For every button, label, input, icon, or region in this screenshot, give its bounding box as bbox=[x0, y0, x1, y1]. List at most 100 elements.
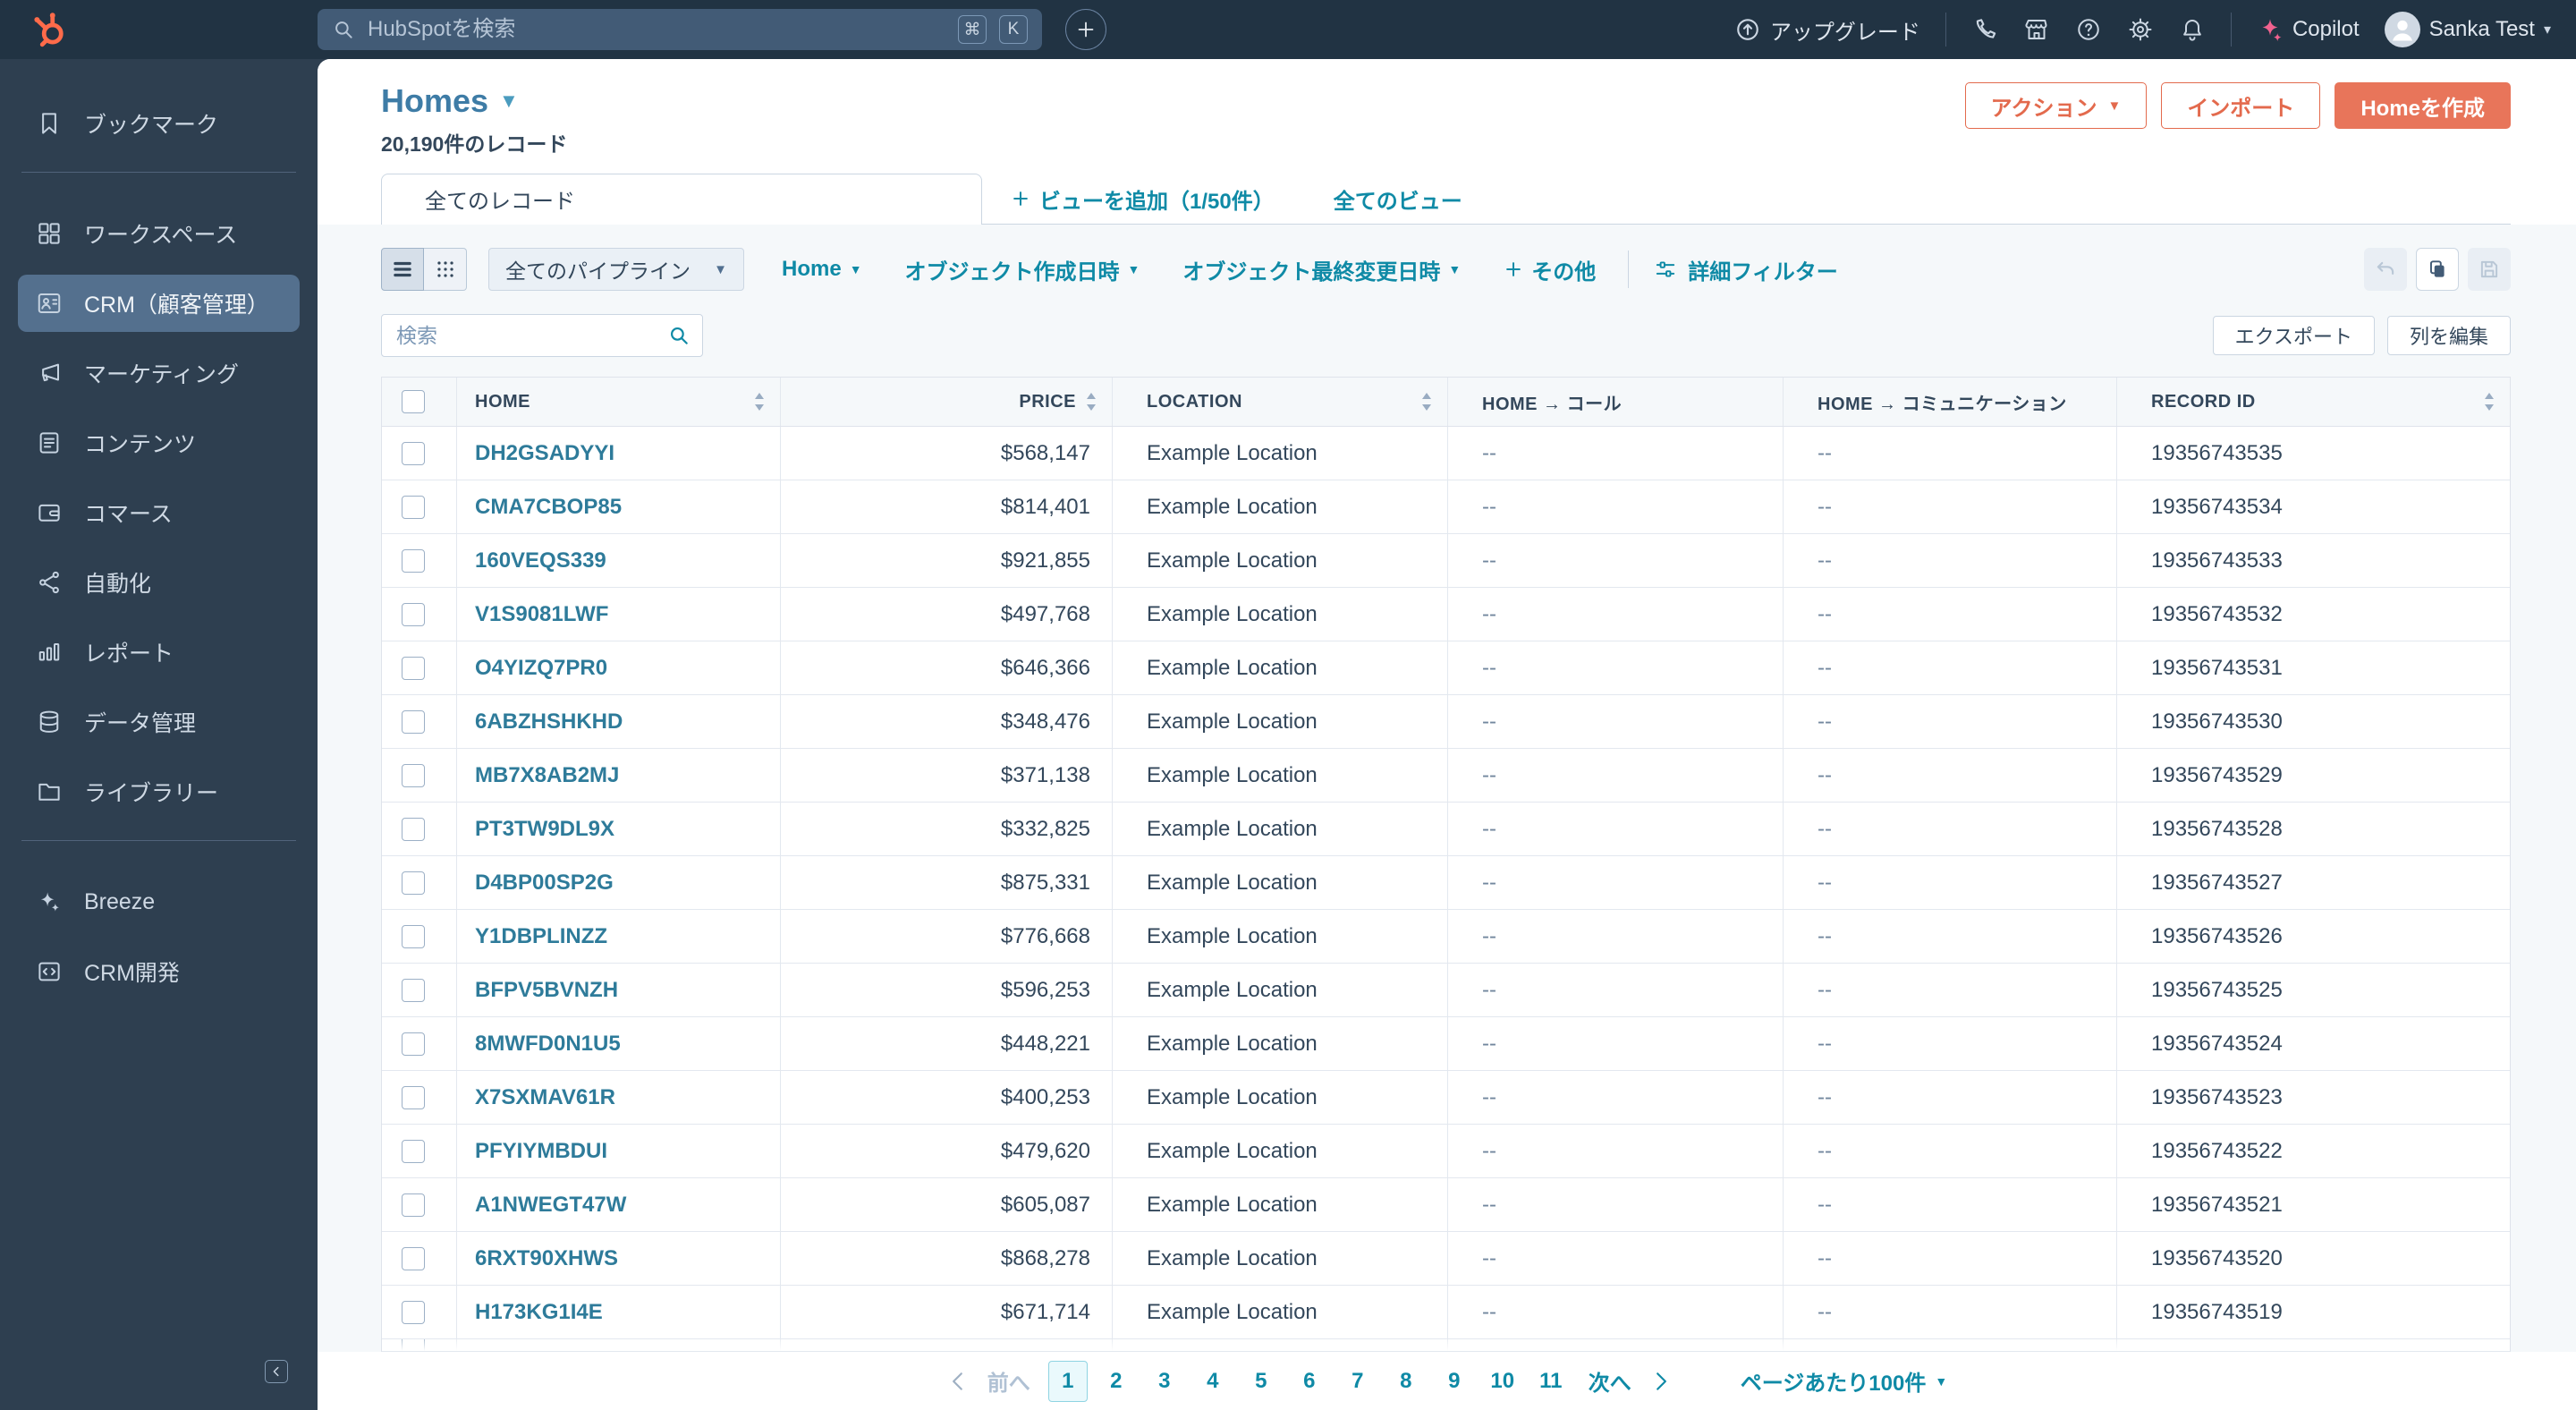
page-size-dropdown[interactable]: ページあたり100件 ▼ bbox=[1741, 1365, 1947, 1397]
sidebar-item-code[interactable]: CRM開発 bbox=[18, 943, 300, 1000]
home-record-link[interactable]: DH2GSADYYI bbox=[475, 441, 614, 466]
home-record-link[interactable]: CMA7CBOP85 bbox=[475, 495, 622, 520]
row-checkbox[interactable] bbox=[402, 441, 425, 465]
all-views-link[interactable]: 全てのビュー bbox=[1334, 183, 1462, 215]
row-checkbox[interactable] bbox=[402, 978, 425, 1002]
account-menu[interactable]: Sanka Test ▾ bbox=[2384, 12, 2551, 47]
row-checkbox[interactable] bbox=[402, 817, 425, 841]
home-record-link[interactable]: 8MWFD0N1U5 bbox=[475, 1032, 621, 1057]
page-button-5[interactable]: 5 bbox=[1241, 1361, 1281, 1402]
pipeline-dropdown[interactable]: 全てのパイプライン ▼ bbox=[488, 248, 744, 291]
sidebar-item-automation[interactable]: 自動化 bbox=[18, 554, 300, 611]
page-button-11[interactable]: 11 bbox=[1531, 1361, 1571, 1402]
sort-arrows-icon[interactable] bbox=[2481, 390, 2497, 413]
row-checkbox[interactable] bbox=[402, 1246, 425, 1270]
home-record-link[interactable]: PFYIYMBDUI bbox=[475, 1139, 607, 1164]
home-record-link[interactable]: MB7X8AB2MJ bbox=[475, 763, 619, 788]
quick-filter-1[interactable]: オブジェクト作成日時 ▼ bbox=[905, 254, 1140, 285]
sidebar-item-workspace[interactable]: ワークスペース bbox=[18, 205, 300, 262]
global-search-input[interactable] bbox=[368, 17, 945, 42]
row-checkbox[interactable] bbox=[402, 1193, 425, 1217]
row-checkbox[interactable] bbox=[402, 709, 425, 734]
next-page-button[interactable]: 次へ bbox=[1589, 1365, 1631, 1397]
sort-arrows-icon[interactable] bbox=[751, 390, 767, 413]
notifications-bell-icon[interactable] bbox=[2179, 16, 2206, 43]
calling-icon[interactable] bbox=[1971, 16, 1998, 43]
sidebar-collapse-button[interactable] bbox=[265, 1360, 288, 1383]
create-home-button[interactable]: Homeを作成 bbox=[2334, 82, 2511, 129]
list-view-toggle[interactable] bbox=[381, 248, 424, 291]
upgrade-button[interactable]: アップグレード bbox=[1734, 14, 1920, 46]
column-header-5[interactable]: RECORD ID bbox=[2117, 378, 2510, 426]
row-checkbox[interactable] bbox=[402, 1085, 425, 1109]
row-checkbox[interactable] bbox=[402, 1032, 425, 1056]
column-header-3[interactable]: HOME → コール bbox=[1448, 378, 1784, 426]
sort-arrows-icon[interactable] bbox=[1083, 390, 1099, 413]
row-checkbox[interactable] bbox=[402, 548, 425, 573]
page-button-4[interactable]: 4 bbox=[1193, 1361, 1233, 1402]
home-record-link[interactable]: V1S9081LWF bbox=[475, 602, 608, 627]
page-button-10[interactable]: 10 bbox=[1483, 1361, 1522, 1402]
column-header-2[interactable]: LOCATION bbox=[1113, 378, 1448, 426]
sidebar-item-bookmark[interactable]: ブックマーク bbox=[18, 95, 300, 152]
row-checkbox[interactable] bbox=[402, 924, 425, 948]
row-checkbox[interactable] bbox=[402, 602, 425, 626]
column-header-1[interactable]: PRICE bbox=[781, 378, 1113, 426]
home-record-link[interactable]: H173KG1I4E bbox=[475, 1300, 603, 1325]
sidebar-item-commerce[interactable]: コマース bbox=[18, 484, 300, 541]
import-button[interactable]: インポート bbox=[2161, 82, 2321, 129]
copilot-button[interactable]: Copilot bbox=[2257, 16, 2360, 43]
column-header-4[interactable]: HOME → コミュニケーション bbox=[1784, 378, 2117, 426]
undo-button[interactable] bbox=[2364, 248, 2407, 291]
home-record-link[interactable]: 160VEQS339 bbox=[475, 548, 606, 573]
page-button-3[interactable]: 3 bbox=[1145, 1361, 1184, 1402]
sidebar-item-reporting[interactable]: レポート bbox=[18, 624, 300, 681]
sidebar-item-crm[interactable]: CRM（顧客管理） bbox=[18, 275, 300, 332]
quick-filter-0[interactable]: Home ▼ bbox=[782, 257, 862, 282]
row-checkbox[interactable] bbox=[402, 1139, 425, 1163]
tab-all-records[interactable]: 全てのレコード bbox=[381, 173, 982, 225]
home-record-link[interactable]: D4BP00SP2G bbox=[475, 871, 614, 896]
sidebar-item-database[interactable]: データ管理 bbox=[18, 693, 300, 751]
previous-page-button[interactable]: 前へ bbox=[987, 1365, 1030, 1397]
edit-columns-button[interactable]: 列を編集 bbox=[2386, 316, 2511, 355]
row-checkbox[interactable] bbox=[402, 871, 425, 895]
help-icon[interactable] bbox=[2075, 16, 2102, 43]
chevron-right-icon[interactable] bbox=[1649, 1370, 1673, 1393]
page-button-7[interactable]: 7 bbox=[1338, 1361, 1377, 1402]
row-checkbox[interactable] bbox=[402, 495, 425, 519]
board-view-toggle[interactable] bbox=[424, 248, 467, 291]
page-button-8[interactable]: 8 bbox=[1386, 1361, 1426, 1402]
row-checkbox[interactable] bbox=[402, 763, 425, 787]
sidebar-item-content[interactable]: コンテンツ bbox=[18, 414, 300, 471]
quick-create-button[interactable] bbox=[1065, 9, 1106, 50]
home-record-link[interactable]: 6ABZHSHKHD bbox=[475, 709, 623, 735]
row-checkbox[interactable] bbox=[402, 1339, 425, 1351]
quick-filter-2[interactable]: オブジェクト最終変更日時 ▼ bbox=[1182, 254, 1461, 285]
global-search-bar[interactable]: ⌘ K bbox=[318, 9, 1042, 50]
export-button[interactable]: エクスポート bbox=[2212, 316, 2375, 355]
hubspot-sprocket-logo-icon[interactable] bbox=[30, 10, 70, 49]
home-record-link[interactable]: Y1DBPLINZZ bbox=[475, 924, 607, 949]
sidebar-item-library[interactable]: ライブラリー bbox=[18, 763, 300, 820]
home-record-link[interactable]: O4YIZQ7PR0 bbox=[475, 656, 607, 681]
column-header-0[interactable]: HOME bbox=[457, 378, 781, 426]
marketplace-icon[interactable] bbox=[2023, 16, 2050, 43]
row-checkbox[interactable] bbox=[402, 1300, 425, 1324]
table-search-input[interactable] bbox=[381, 314, 703, 357]
page-button-6[interactable]: 6 bbox=[1290, 1361, 1329, 1402]
object-title-dropdown[interactable]: Homes ▼ bbox=[381, 82, 567, 120]
more-filters-button[interactable]: その他 bbox=[1504, 254, 1596, 285]
row-checkbox[interactable] bbox=[402, 656, 425, 680]
save-view-button[interactable] bbox=[2468, 248, 2511, 291]
home-record-link[interactable]: BFPV5BVNZH bbox=[475, 978, 618, 1003]
advanced-filters-button[interactable]: 詳細フィルター bbox=[1654, 254, 1838, 285]
sidebar-item-breeze[interactable]: Breeze bbox=[18, 873, 300, 930]
page-button-9[interactable]: 9 bbox=[1435, 1361, 1474, 1402]
actions-button[interactable]: アクション ▼ bbox=[1964, 82, 2148, 129]
chevron-left-icon[interactable] bbox=[946, 1370, 970, 1393]
page-button-1[interactable]: 1 bbox=[1047, 1360, 1088, 1402]
home-record-link[interactable]: X7SXMAV61R bbox=[475, 1085, 615, 1110]
sort-arrows-icon[interactable] bbox=[1419, 390, 1435, 413]
select-all-checkbox[interactable] bbox=[402, 390, 425, 413]
